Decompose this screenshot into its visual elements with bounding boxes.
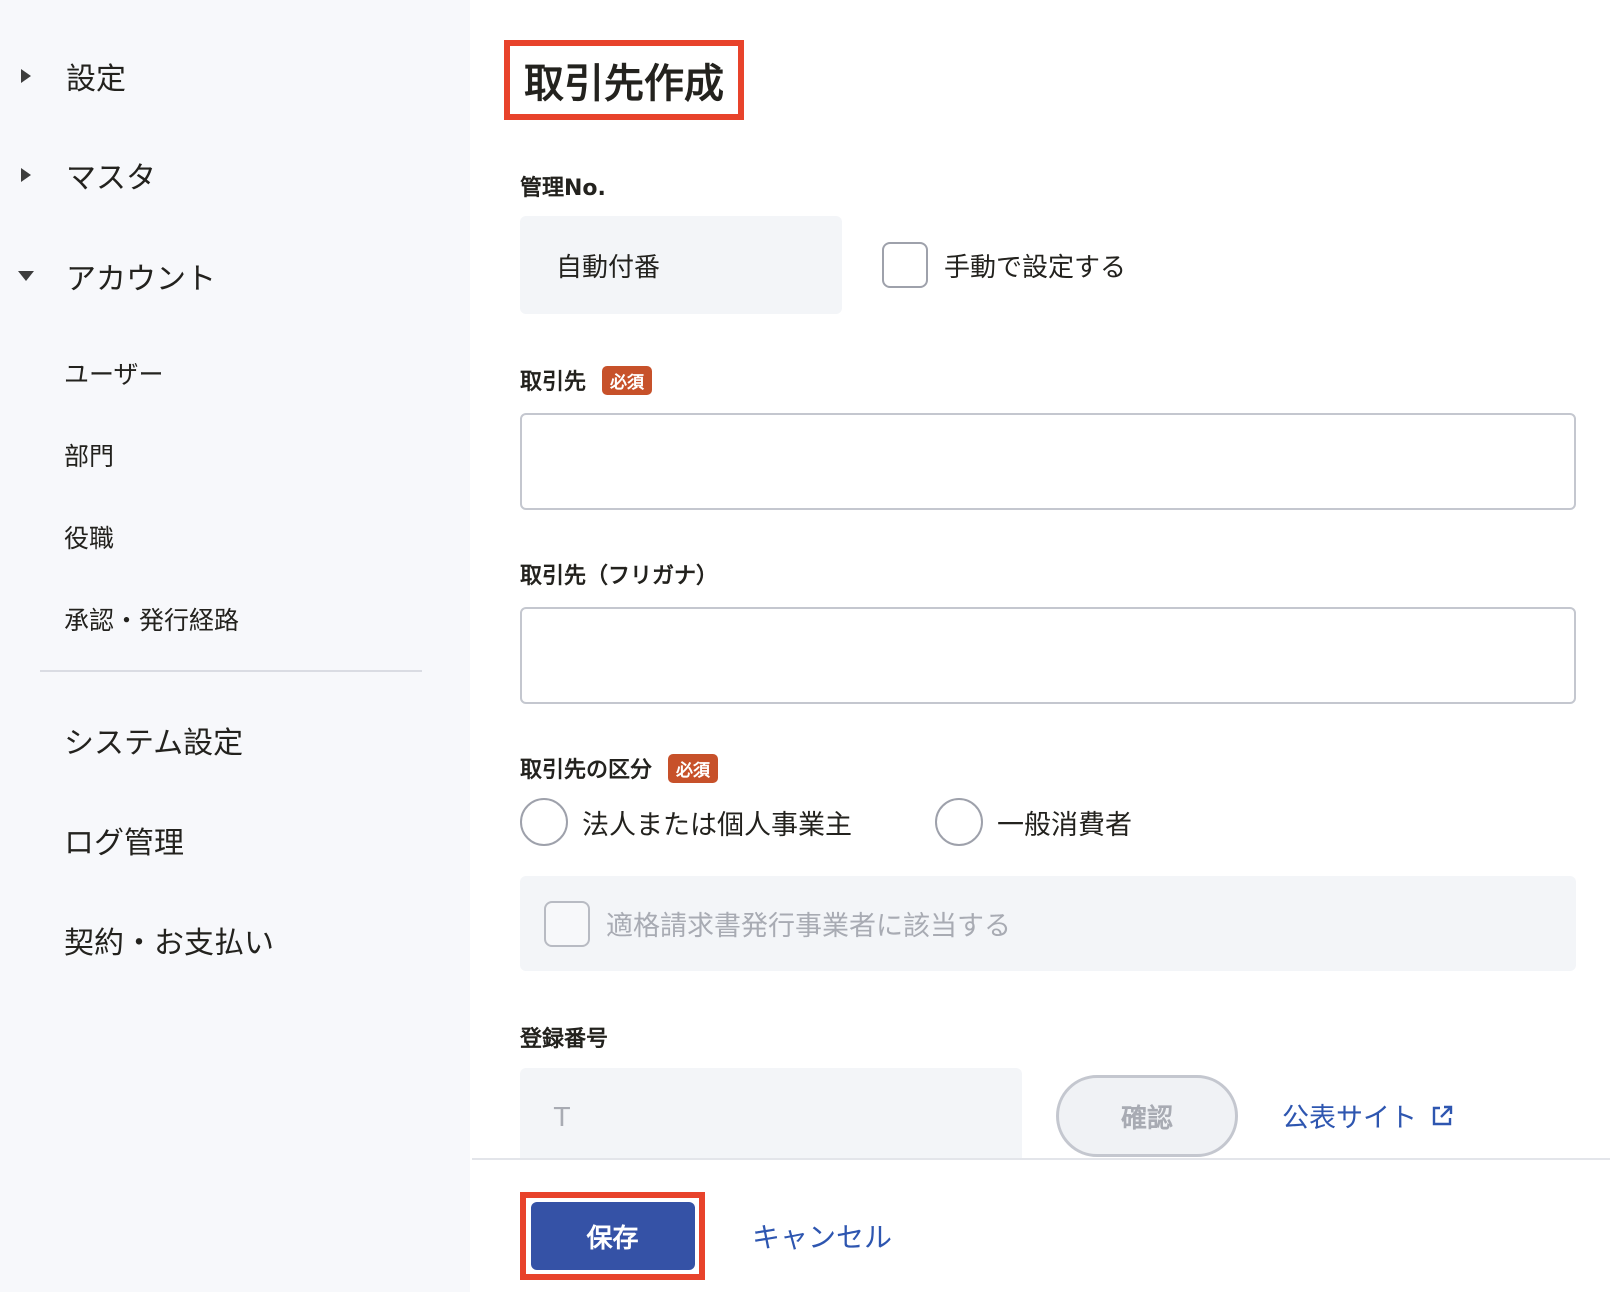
manual-mgmt-no-checkbox-row[interactable]: 手動で設定する	[882, 242, 1126, 288]
caret-right-icon	[21, 168, 31, 182]
sidebar-group-label: 設定	[66, 62, 126, 97]
partner-kana-input[interactable]	[520, 607, 1576, 704]
partner-label: 取引先 必須	[520, 364, 653, 396]
mgmt-no-auto-field: 自動付番	[520, 216, 842, 314]
sidebar-item-positions[interactable]: 役職	[64, 519, 114, 555]
partner-kana-label-text: 取引先（フリガナ）	[520, 564, 719, 589]
sidebar: 設定 マスタ アカウント ユーザー 部門 役職 承認・発行経路 システム設定 ロ…	[0, 0, 470, 1292]
sidebar-group-label: アカウント	[66, 262, 216, 297]
save-button[interactable]: 保存	[530, 1202, 695, 1270]
save-button-highlight: 保存	[520, 1192, 705, 1280]
sidebar-group-account[interactable]: アカウント	[0, 256, 470, 297]
sidebar-item-departments[interactable]: 部門	[64, 437, 114, 473]
cancel-link[interactable]: キャンセル	[752, 1216, 892, 1256]
caret-right-icon	[21, 69, 31, 83]
radio-consumer-label: 一般消費者	[997, 809, 1132, 841]
required-badge: 必須	[668, 753, 719, 783]
radio-consumer[interactable]	[935, 798, 983, 846]
invoice-issuer-box: 適格請求書発行事業者に該当する	[520, 876, 1576, 971]
registration-no-label-text: 登録番号	[520, 1027, 609, 1052]
page-title: 取引先作成	[524, 61, 724, 107]
mgmt-no-label: 管理No.	[520, 170, 606, 202]
required-badge: 必須	[602, 365, 653, 395]
manual-mgmt-no-checkbox[interactable]	[882, 242, 928, 288]
radio-corporate-label: 法人または個人事業主	[582, 809, 852, 841]
mgmt-no-label-text: 管理No.	[520, 176, 606, 201]
sidebar-item-contract-payment[interactable]: 契約・お支払い	[64, 918, 274, 962]
radio-corporate-row[interactable]: 法人または個人事業主	[520, 798, 852, 846]
sidebar-group-settings[interactable]: 設定	[0, 56, 470, 97]
external-link-icon	[1429, 1103, 1455, 1129]
radio-consumer-row[interactable]: 一般消費者	[935, 798, 1132, 846]
sidebar-group-master[interactable]: マスタ	[0, 155, 470, 196]
invoice-issuer-label: 適格請求書発行事業者に該当する	[606, 911, 1011, 942]
radio-corporate[interactable]	[520, 798, 568, 846]
partner-label-text: 取引先	[520, 370, 587, 395]
partner-kana-label: 取引先（フリガナ）	[520, 558, 718, 590]
sidebar-item-log-management[interactable]: ログ管理	[64, 818, 184, 862]
sidebar-divider	[40, 670, 422, 672]
sidebar-item-system-settings[interactable]: システム設定	[64, 718, 243, 762]
page-title-highlight: 取引先作成	[504, 40, 744, 120]
public-site-link[interactable]: 公表サイト	[1282, 1096, 1455, 1135]
sidebar-item-approval-routes[interactable]: 承認・発行経路	[64, 601, 239, 637]
partner-type-label-text: 取引先の区分	[520, 758, 653, 783]
registration-no-input: T	[520, 1068, 1022, 1168]
public-site-link-label: 公表サイト	[1282, 1103, 1417, 1134]
partner-input[interactable]	[520, 413, 1576, 510]
sidebar-item-users[interactable]: ユーザー	[64, 355, 164, 391]
confirm-button: 確認	[1056, 1075, 1238, 1157]
sidebar-group-label: マスタ	[66, 161, 156, 196]
registration-no-label: 登録番号	[520, 1021, 608, 1053]
form-footer: 保存 キャンセル	[472, 1158, 1610, 1292]
invoice-issuer-checkbox[interactable]	[544, 900, 590, 947]
caret-down-icon	[18, 271, 34, 281]
manual-mgmt-no-label: 手動で設定する	[944, 252, 1127, 283]
partner-type-label: 取引先の区分 必須	[520, 752, 719, 784]
main-content: 取引先作成 管理No. 自動付番 手動で設定する 取引先 必須 取引先（フリガナ…	[472, 0, 1610, 1292]
